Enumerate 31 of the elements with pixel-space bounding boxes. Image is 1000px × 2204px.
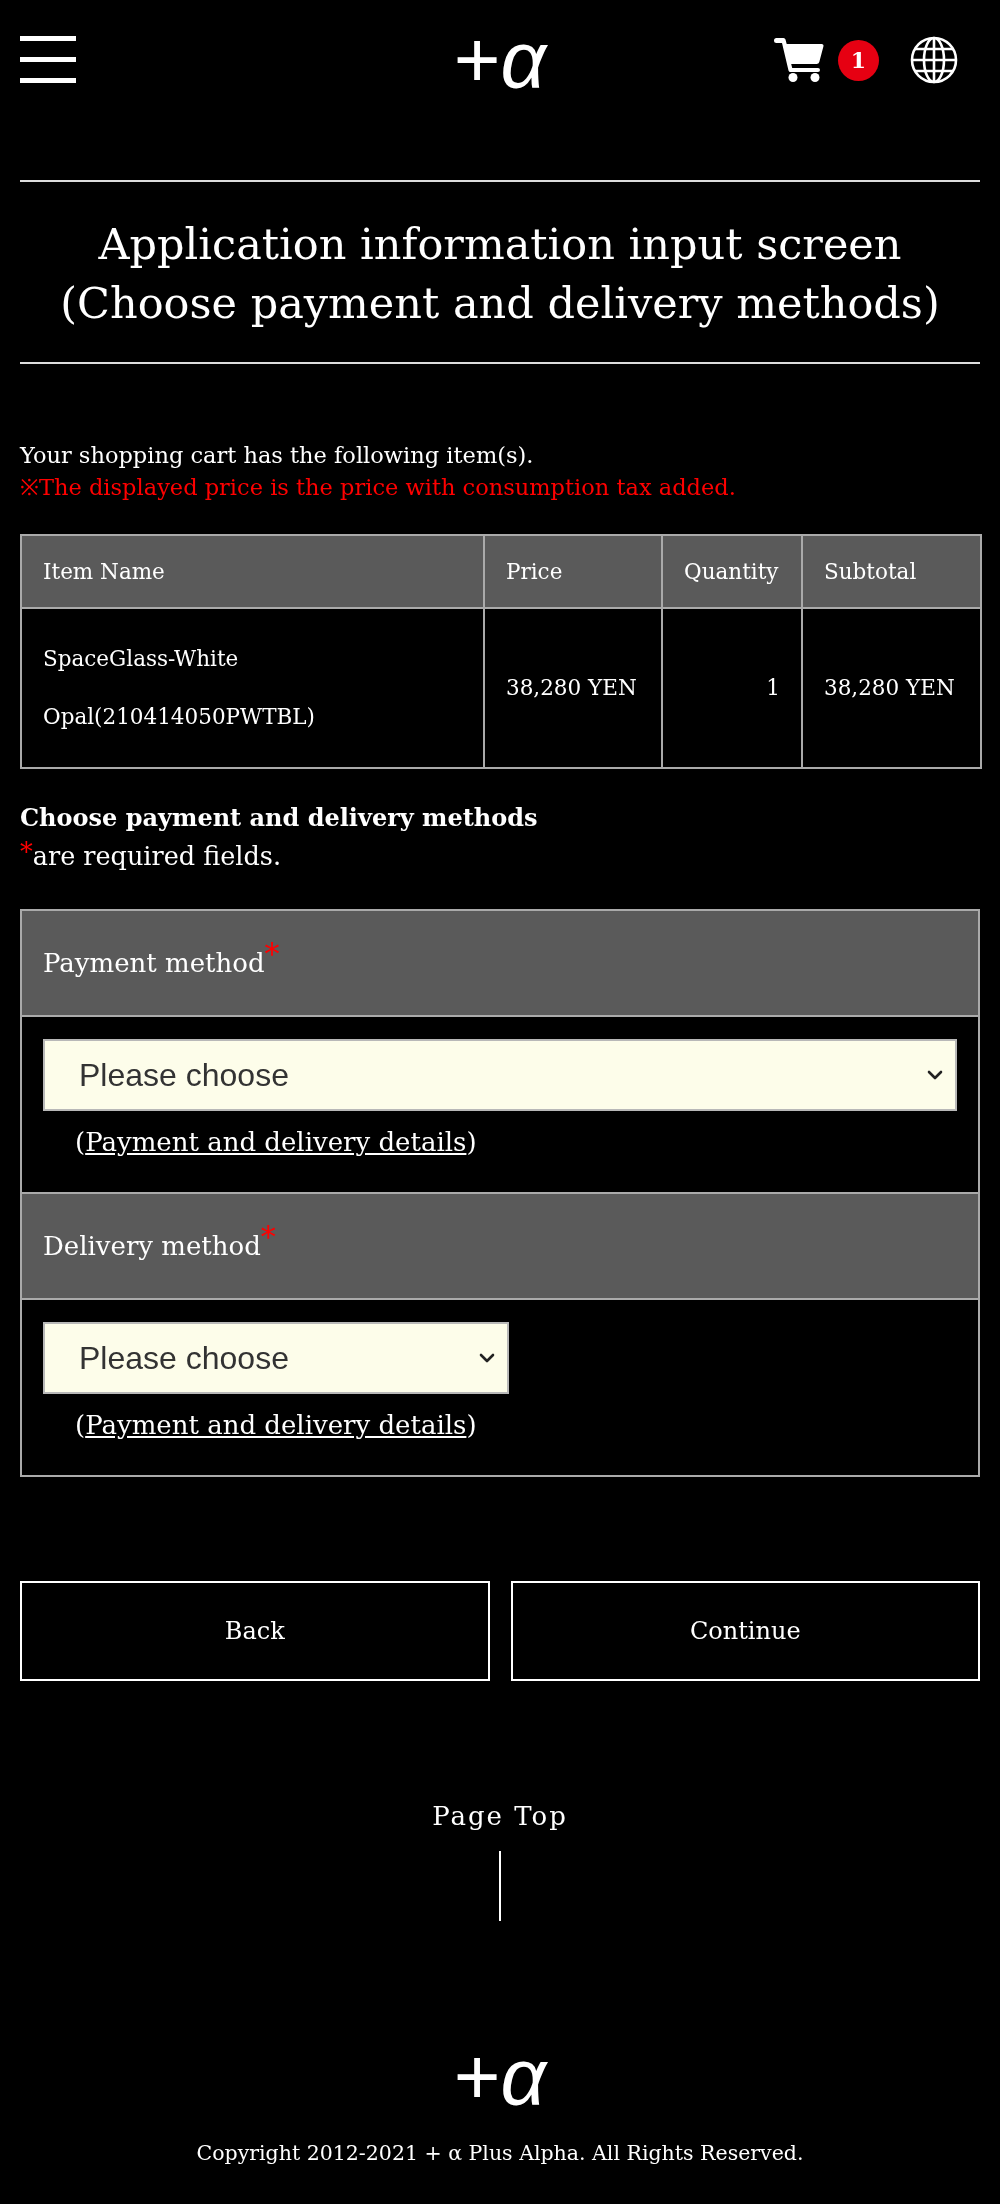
page-title: Application information input screen (Choose payment and delivery methods) xyxy=(59,218,941,330)
column-header: Price xyxy=(484,535,662,608)
table-cell: 1 xyxy=(662,608,802,769)
continue-button[interactable]: Continue xyxy=(510,1581,980,1682)
table-cell: 38,280 YEN xyxy=(802,608,981,769)
table-cell: 38,280 YEN xyxy=(484,608,662,769)
details-note: (Payment and delivery details) xyxy=(75,1126,478,1160)
cart-note: Your shopping cart has the following item(s). xyxy=(20,441,535,470)
details-note: (Payment and delivery details) xyxy=(75,1409,478,1443)
dropdown-field[interactable]: Please choose xyxy=(43,1322,509,1395)
column-header: Subtotal xyxy=(802,535,981,608)
table-cell: SpaceGlass-White Opal(210414050PWTBL) xyxy=(21,608,484,769)
back-button[interactable]: Back xyxy=(20,1581,490,1682)
copyright-text: Copyright 2012-2021 + α Plus Alpha. All Rights Reserved. xyxy=(195,2140,805,2168)
footer-logo: +α xyxy=(453,2037,547,2118)
vertical-line-icon xyxy=(499,1851,501,1922)
cart-count-badge: 1 xyxy=(838,39,879,81)
details-link[interactable]: Payment and delivery details xyxy=(85,1127,467,1158)
chevron-down-icon[interactable] xyxy=(927,1070,943,1081)
logo[interactable]: +α xyxy=(453,20,547,100)
chevron-down-icon[interactable] xyxy=(479,1353,495,1364)
menu-icon[interactable] xyxy=(20,36,76,84)
column-header: Item Name xyxy=(21,535,484,608)
column-header: Quantity xyxy=(662,535,802,608)
tax-note: ※The displayed price is the price with consumption tax added. xyxy=(20,473,737,502)
dropdown-field[interactable]: Please choose xyxy=(43,1039,957,1112)
section-heading: Choose payment and delivery methods xyxy=(20,802,539,835)
globe-icon[interactable] xyxy=(910,36,958,84)
page-top-link[interactable]: Page Top xyxy=(432,1798,568,1922)
cart-icon[interactable] xyxy=(774,38,824,82)
details-link[interactable]: Payment and delivery details xyxy=(85,1410,467,1441)
